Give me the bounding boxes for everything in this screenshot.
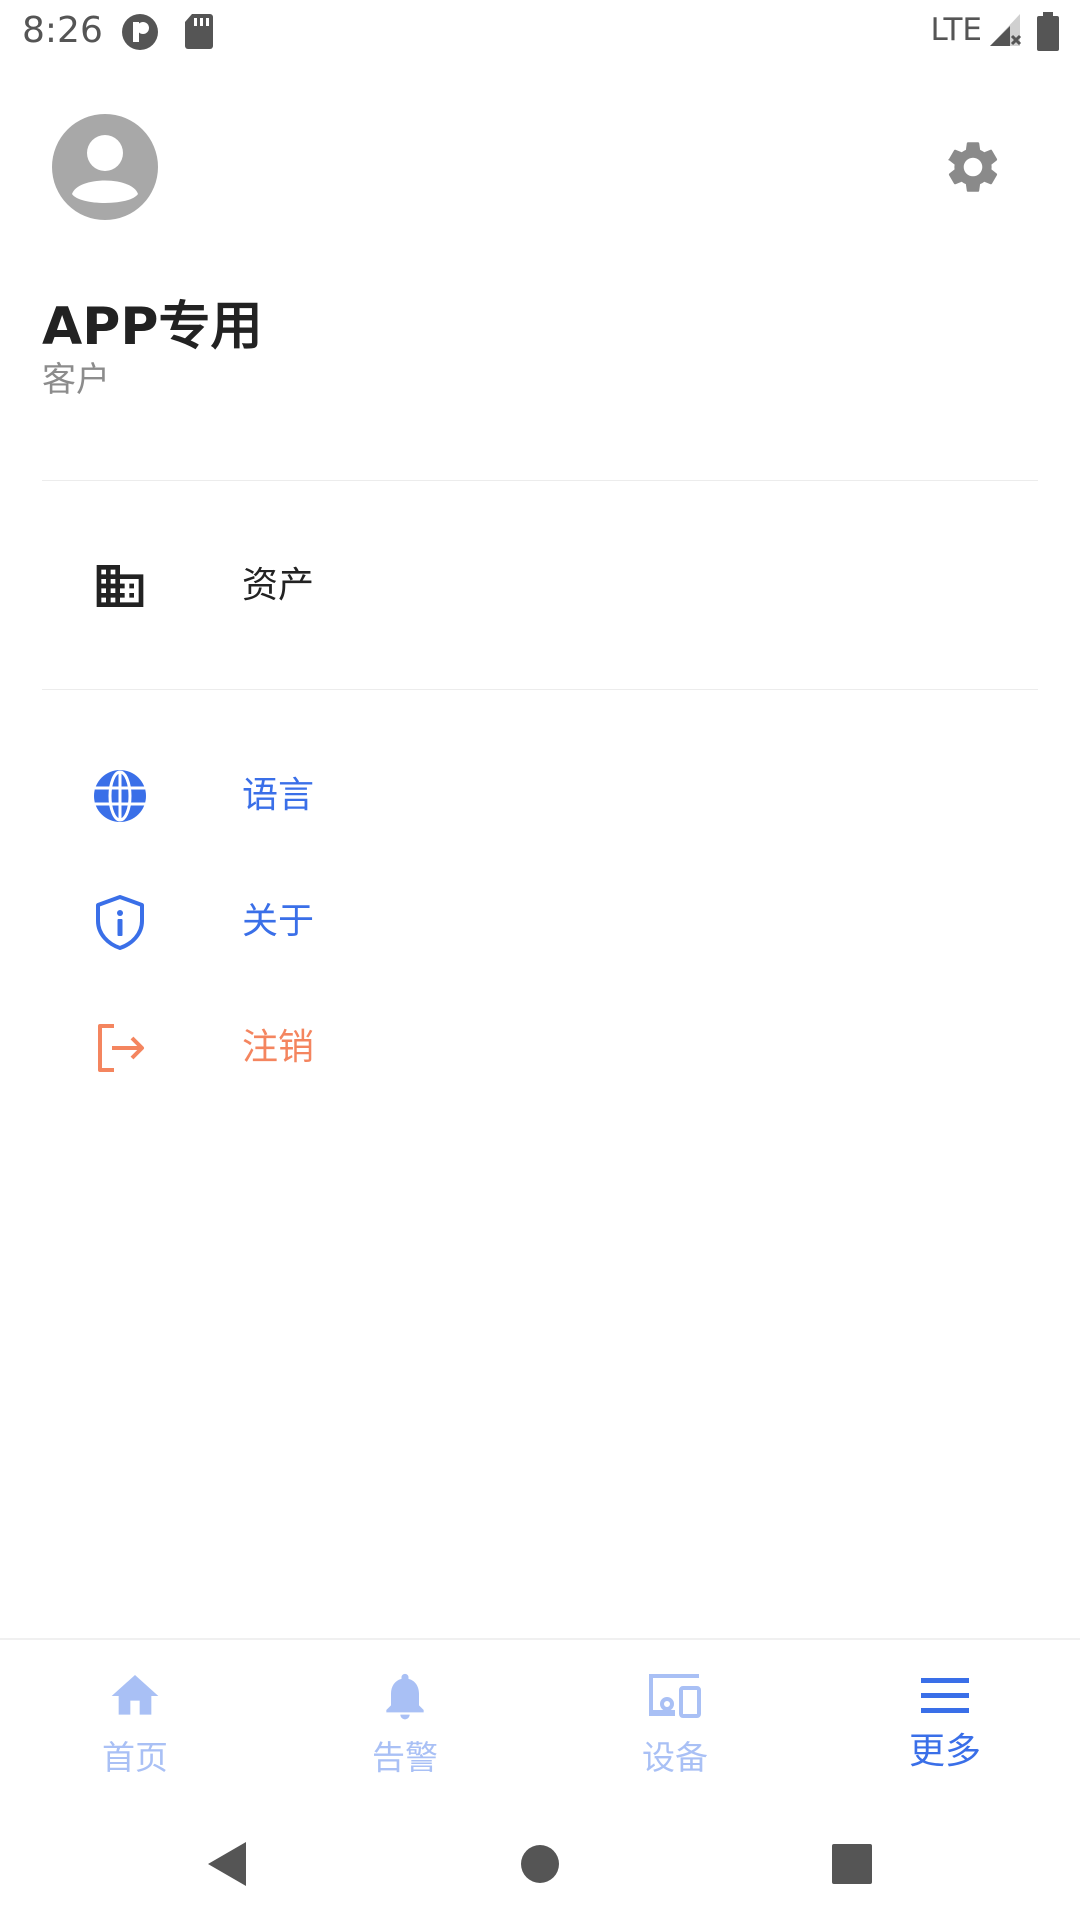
menu-item-logout[interactable]: 注销 <box>0 992 1080 1104</box>
globe-icon <box>94 770 146 822</box>
nav-item-more[interactable]: 更多 <box>810 1640 1080 1810</box>
user-name: APP专用 <box>42 297 263 357</box>
nav-item-home[interactable]: 首页 <box>0 1640 270 1810</box>
menu-label-about: 关于 <box>242 901 315 942</box>
nav-label-more: 更多 <box>908 1731 981 1772</box>
home-icon <box>111 1675 159 1715</box>
bell-icon <box>386 1673 424 1720</box>
signal-icon <box>990 14 1022 46</box>
menu-item-assets[interactable]: 资产 <box>0 530 1080 642</box>
bottom-nav: 首页 告警 设备 更多 <box>0 1638 1080 1810</box>
menu-item-language[interactable]: 语言 <box>0 740 1080 852</box>
menu-item-about[interactable]: 关于 <box>0 866 1080 978</box>
nav-label-alarms: 告警 <box>372 1738 438 1777</box>
network-type: LTE <box>930 12 982 48</box>
avatar[interactable] <box>52 114 158 220</box>
battery-icon <box>1037 12 1059 51</box>
sd-card-icon <box>185 14 213 49</box>
nav-item-devices[interactable]: 设备 <box>540 1640 810 1810</box>
building-icon <box>96 565 144 607</box>
status-time: 8:26 <box>22 10 103 51</box>
divider <box>42 689 1038 690</box>
back-icon[interactable] <box>202 1838 254 1890</box>
system-nav-bar <box>0 1808 1080 1920</box>
menu-label-language: 语言 <box>242 775 315 816</box>
nav-label-home: 首页 <box>102 1738 168 1777</box>
menu-label-logout: 注销 <box>242 1027 315 1068</box>
recents-icon[interactable] <box>826 1838 878 1890</box>
status-bar: 8:26 LTE <box>0 0 1080 64</box>
app-notification-icon <box>122 14 158 50</box>
shield-info-icon <box>96 895 144 950</box>
nav-item-alarms[interactable]: 告警 <box>270 1640 540 1810</box>
menu-icon <box>921 1678 969 1713</box>
nav-label-devices: 设备 <box>642 1738 708 1777</box>
home-button-icon[interactable] <box>514 1838 566 1890</box>
settings-button[interactable] <box>942 136 1004 198</box>
menu-label-assets: 资产 <box>242 565 315 606</box>
devices-icon <box>649 1674 701 1718</box>
logout-icon <box>98 1024 144 1072</box>
divider <box>42 480 1038 481</box>
user-role: 客户 <box>42 360 110 400</box>
